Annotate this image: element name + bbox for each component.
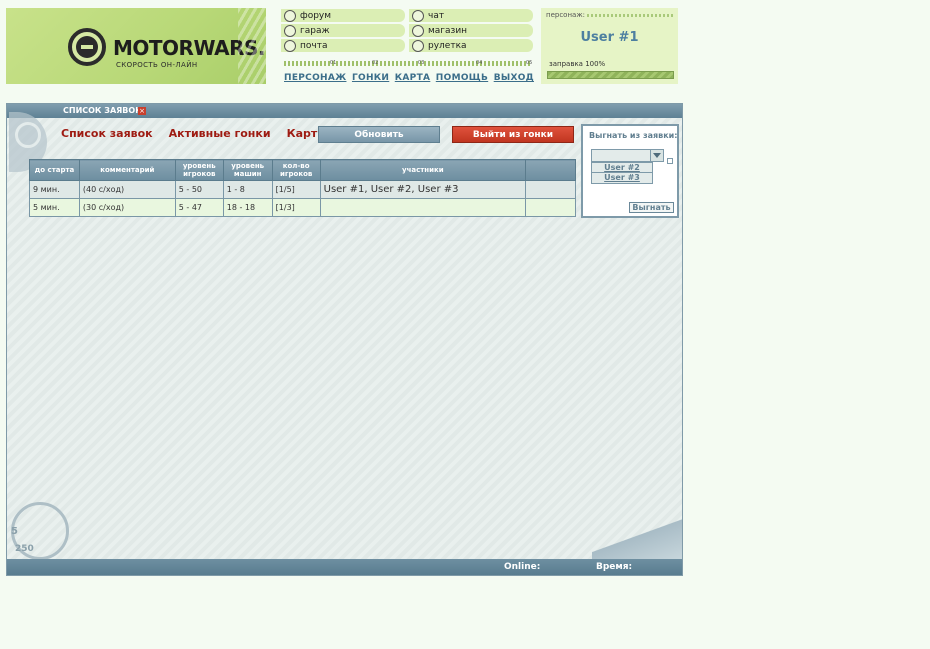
speedo-number: 5 <box>11 526 18 537</box>
footer-decoration <box>592 519 682 559</box>
column-header-start: до старта <box>29 159 80 181</box>
cell-start: 9 мин. <box>29 180 80 199</box>
cell-player-level: 5 - 47 <box>174 198 224 217</box>
logo-banner: MOTORWARS.RU СКОРОСТЬ ОН-ЛАЙН <box>6 8 266 84</box>
cell-action[interactable] <box>525 198 576 217</box>
progress-track <box>284 61 532 66</box>
tab-request-list[interactable]: Список заявок <box>61 127 153 140</box>
cell-player-level: 5 - 50 <box>174 180 224 199</box>
menu-item-label: чат <box>428 10 445 21</box>
wrench-icon <box>284 24 296 37</box>
requests-panel: СПИСОК ЗАЯВОК × Список заявок Активные г… <box>6 103 683 576</box>
nav-logout[interactable]: ВЫХОД <box>494 73 534 83</box>
menu-item-shop[interactable]: магазин <box>409 24 533 37</box>
menu-item-chat[interactable]: чат <box>409 9 533 22</box>
column-header-participants: участники <box>319 159 527 181</box>
fuel-bar <box>547 71 674 79</box>
chat-icon <box>412 9 424 22</box>
cell-player-count: [1/5] <box>271 180 321 199</box>
kick-option[interactable]: User #3 <box>591 173 653 184</box>
character-name[interactable]: User #1 <box>541 30 678 45</box>
logo-subtitle: СКОРОСТЬ ОН-ЛАЙН <box>116 61 198 69</box>
progress-mark: 03 <box>418 60 425 66</box>
requests-table: до старта комментарий уровень игроков ур… <box>29 159 576 217</box>
kick-button[interactable]: Выгнать <box>629 202 674 213</box>
panel-footer: Online: Время: <box>7 559 682 575</box>
exit-race-button[interactable]: Выйти из гонки <box>452 126 574 143</box>
logo-emblem-icon <box>68 28 106 66</box>
mail-icon <box>284 39 296 52</box>
car-icon <box>412 24 424 37</box>
menu-item-label: почта <box>300 40 328 51</box>
kick-checkbox[interactable] <box>667 158 673 164</box>
character-label-divider <box>587 14 673 17</box>
nav-help[interactable]: ПОМОЩЬ <box>436 73 488 83</box>
column-header-comment: комментарий <box>78 159 176 181</box>
cell-player-count: [1/3] <box>271 198 321 217</box>
column-header-player-level: уровень игроков <box>174 159 224 181</box>
chevron-down-icon[interactable] <box>650 150 663 161</box>
table-header-row: до старта комментарий уровень игроков ур… <box>29 159 576 181</box>
top-menu: форум чат гараж магазин почта рулетка <box>281 9 534 54</box>
panel-title: СПИСОК ЗАЯВОК <box>63 106 142 115</box>
menu-item-label: магазин <box>428 25 468 36</box>
speedometer-decoration: 5 250 <box>7 502 79 560</box>
menu-item-mail[interactable]: почта <box>281 39 405 52</box>
character-panel: персонаж: User #1 заправка 100% <box>541 8 678 84</box>
nav-races[interactable]: ГОНКИ <box>352 73 389 83</box>
kick-option[interactable]: User #2 <box>591 162 653 173</box>
cell-action[interactable] <box>525 180 576 199</box>
close-icon[interactable]: × <box>138 107 146 115</box>
menu-item-label: гараж <box>300 25 330 36</box>
progress-mark: 04 <box>476 60 483 66</box>
cell-participants: User #1, User #2, User #3 <box>319 180 527 199</box>
fuel-label: заправка 100% <box>549 60 606 68</box>
column-header-player-count: кол-во игроков <box>271 159 321 181</box>
time-label: Время: <box>596 562 633 572</box>
menu-item-roulette[interactable]: рулетка <box>409 39 533 52</box>
table-row[interactable]: 5 мин. (30 с/ход) 5 - 47 18 - 18 [1/3] <box>29 198 576 217</box>
character-label: персонаж: <box>546 11 585 19</box>
table-row[interactable]: 9 мин. (40 с/ход) 5 - 50 1 - 8 [1/5] Use… <box>29 180 576 199</box>
cell-start: 5 мин. <box>29 198 80 217</box>
roulette-icon <box>412 39 424 52</box>
panel-header: СПИСОК ЗАЯВОК × <box>7 104 682 118</box>
nav-character[interactable]: ПЕРСОНАЖ <box>284 73 346 83</box>
cell-car-level: 1 - 8 <box>222 180 273 199</box>
menu-item-garage[interactable]: гараж <box>281 24 405 37</box>
cell-comment: (30 с/ход) <box>78 198 176 217</box>
kick-player-panel: Выгнать из заявки: User #2 User #3 Выгна… <box>581 124 679 218</box>
cell-car-level: 18 - 18 <box>222 198 273 217</box>
refresh-button[interactable]: Обновить <box>318 126 440 143</box>
kick-title: Выгнать из заявки: <box>589 131 678 140</box>
panel-tabs: Список заявок Активные гонки Картинг <box>61 127 338 140</box>
nav-map[interactable]: КАРТА <box>395 73 431 83</box>
menu-item-label: рулетка <box>428 40 467 51</box>
tab-active-races[interactable]: Активные гонки <box>169 127 271 140</box>
speedo-number: 250 <box>15 544 34 554</box>
column-header-car-level: уровень машин <box>222 159 273 181</box>
logo-title: MOTORWARS.RU <box>113 36 266 60</box>
cell-comment: (40 с/ход) <box>78 180 176 199</box>
menu-item-forum[interactable]: форум <box>281 9 405 22</box>
progress-mark: 05 <box>526 60 533 66</box>
top-nav: ПЕРСОНАЖ ГОНКИ КАРТА ПОМОЩЬ ВЫХОД <box>284 73 534 83</box>
fuel-bar-fill <box>548 72 673 78</box>
column-header-action <box>525 159 576 181</box>
progress-mark: 02 <box>372 60 379 66</box>
kick-options-list: User #2 User #3 <box>591 162 653 184</box>
progress-mark: 01 <box>330 60 337 66</box>
kick-player-select[interactable] <box>591 149 664 162</box>
online-label: Online: <box>504 562 541 572</box>
cell-participants <box>319 198 527 217</box>
forum-icon <box>284 9 296 22</box>
menu-item-label: форум <box>300 10 332 21</box>
